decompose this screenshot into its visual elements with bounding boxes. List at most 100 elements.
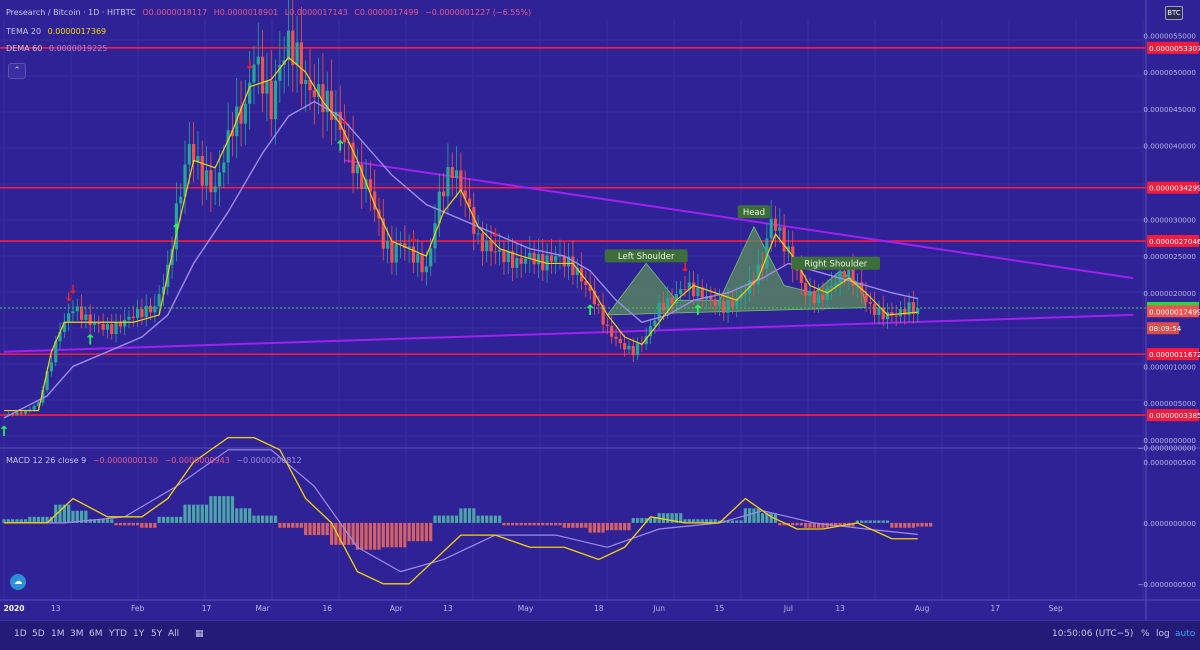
candle-body xyxy=(32,406,36,410)
candle-body xyxy=(898,309,903,317)
buy-arrow-icon: ↑ xyxy=(692,303,704,319)
candle-body xyxy=(838,270,842,284)
macd-histogram-bar xyxy=(123,522,127,526)
macd-histogram-bar xyxy=(907,522,911,528)
macd-histogram-bar xyxy=(631,518,635,523)
candle-body xyxy=(816,294,821,304)
price-chart[interactable]: ↑↑↑↑↑ ↑↓↓↓↓↓ ↓↓Left ShoulderHeadRight Shou… xyxy=(0,0,1200,649)
macd-histogram-bar xyxy=(618,522,622,531)
dema-legend[interactable]: DEMA 60 0.0000019225 xyxy=(6,44,111,53)
macd-histogram-bar xyxy=(424,522,428,542)
macd-histogram-bar xyxy=(442,515,446,523)
candle-body xyxy=(536,253,541,265)
macd-label: MACD 12 26 close 9 xyxy=(6,456,87,465)
macd-histogram-bar xyxy=(256,515,260,523)
price-label: 0.0000017499 xyxy=(1149,307,1200,316)
macd-histogram-bar xyxy=(278,522,282,528)
time-axis-tick: 17 xyxy=(202,604,212,613)
macd-histogram-bar xyxy=(506,522,510,526)
macd-histogram-bar xyxy=(467,508,472,523)
price-axis-tick: 0.0000030000 xyxy=(1143,215,1196,224)
range-6m-button[interactable]: 6M xyxy=(89,629,103,639)
range-3m-button[interactable]: 3M xyxy=(70,629,84,639)
candle-body xyxy=(635,343,640,356)
macd-histogram-bar xyxy=(614,522,618,531)
range-5d-button[interactable]: 5D xyxy=(32,629,45,639)
candle-body xyxy=(782,227,786,252)
macd-histogram-bar xyxy=(730,520,734,523)
candle-body xyxy=(110,324,114,335)
range-all-button[interactable]: All xyxy=(168,629,179,639)
macd-histogram-bar xyxy=(450,515,454,523)
macd-histogram-bar xyxy=(282,522,286,528)
range-1y-button[interactable]: 1Y xyxy=(133,629,144,639)
candle-body xyxy=(554,255,558,262)
candle-body xyxy=(213,186,217,193)
macd-histogram-bar xyxy=(148,522,153,528)
candle-body xyxy=(717,300,722,306)
candle-body xyxy=(506,251,510,263)
macd-histogram-bar xyxy=(433,515,437,523)
level-price-label: 0.0000003385 xyxy=(1149,411,1200,420)
date-range-icon[interactable]: ▦ xyxy=(195,629,204,639)
range-1m-button[interactable]: 1M xyxy=(51,629,65,639)
macd-histogram-bar xyxy=(877,520,881,523)
candle-body xyxy=(385,241,390,249)
range-ytd-button[interactable]: YTD xyxy=(109,629,127,639)
macd-histogram-bar xyxy=(605,522,609,531)
macd-histogram-bar xyxy=(575,522,579,528)
candle-body xyxy=(97,323,101,325)
candle-body xyxy=(148,305,153,313)
macd-histogram-bar xyxy=(239,508,243,523)
macd-histogram-bar xyxy=(549,522,553,526)
macd-histogram-bar xyxy=(407,522,411,542)
tema-value: 0.0000017369 xyxy=(47,27,107,36)
candle-body xyxy=(825,287,829,300)
macd-histogram-bar xyxy=(446,515,450,523)
currency-badge[interactable]: BTC xyxy=(1165,6,1183,20)
macd-histogram-bar xyxy=(485,515,489,523)
ohlc-close: C0.0000017499 xyxy=(354,8,419,17)
percent-toggle[interactable]: % xyxy=(1141,629,1150,639)
tema-legend[interactable]: TEMA 20 0.0000017369 xyxy=(6,27,110,36)
macd-histogram-bar xyxy=(32,516,36,523)
macd-histogram-bar xyxy=(437,515,441,523)
tradingview-logo-icon[interactable]: ☁ xyxy=(10,574,26,590)
candle-body xyxy=(118,322,122,327)
macd-histogram-bar xyxy=(269,515,273,523)
macd-histogram-bar xyxy=(459,508,463,523)
macd-histogram-bar xyxy=(653,518,657,523)
macd-histogram-bar xyxy=(493,515,497,523)
macd-legend[interactable]: MACD 12 26 close 9 −0.0000000130 −0.0000… xyxy=(6,456,306,465)
candle-body xyxy=(696,287,700,297)
auto-toggle[interactable]: auto xyxy=(1175,629,1195,639)
candle-body xyxy=(312,90,316,97)
collapse-legend-button[interactable]: ⌃ xyxy=(8,63,26,79)
macd-histogram-bar xyxy=(929,522,933,527)
clock-timezone[interactable]: 10:50:06 (UTC−5) xyxy=(1052,629,1133,639)
candle-body xyxy=(304,80,308,85)
candle-body xyxy=(67,313,71,322)
candle-body xyxy=(489,240,493,252)
candle-body xyxy=(450,167,454,178)
log-toggle[interactable]: log xyxy=(1156,629,1170,639)
macd-histogram-bar xyxy=(385,522,390,548)
candle-body xyxy=(88,314,92,325)
range-5y-button[interactable]: 5Y xyxy=(151,629,162,639)
candle-body xyxy=(812,290,816,304)
range-1d-button[interactable]: 1D xyxy=(14,629,27,639)
macd-histogram-bar xyxy=(873,520,877,523)
candle-body xyxy=(49,362,54,372)
candle-body xyxy=(420,253,424,273)
macd-histogram-bar xyxy=(321,522,325,536)
macd-histogram-bar xyxy=(368,522,372,550)
candle-body xyxy=(847,269,851,278)
candle-body xyxy=(222,162,226,173)
macd-histogram-bar xyxy=(105,519,110,523)
price-axis-tick: 0.0000025000 xyxy=(1143,252,1196,261)
candle-body xyxy=(114,322,118,335)
macd-histogram-bar xyxy=(519,522,523,526)
macd-histogram-bar xyxy=(752,508,756,523)
candle-body xyxy=(23,411,28,414)
macd-histogram-bar xyxy=(860,520,864,523)
